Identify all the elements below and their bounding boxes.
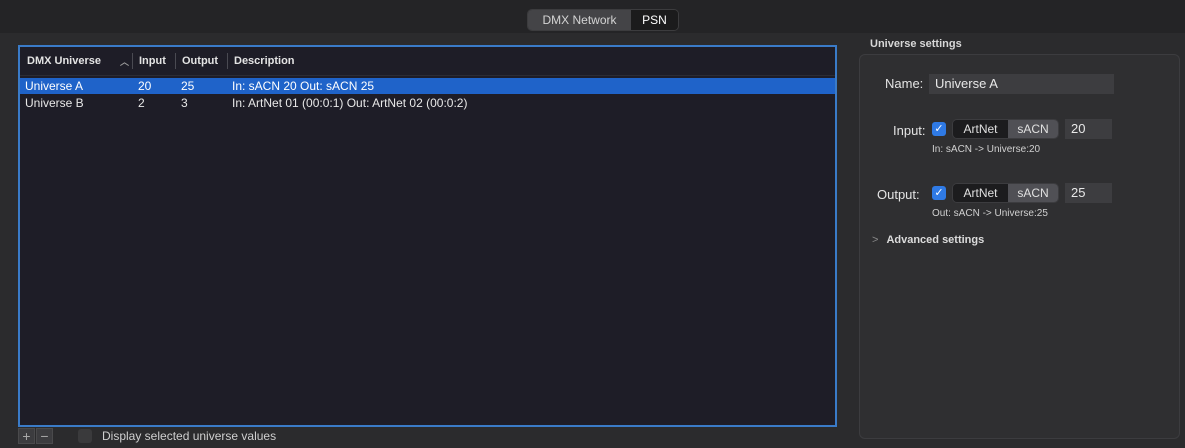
table-toolbar: + − Display selected universe values [18, 426, 276, 446]
output-protocol-selector: ArtNet sACN [952, 183, 1059, 203]
column-divider [175, 53, 176, 69]
cell-input: 2 [138, 96, 145, 110]
tab-dmx-network[interactable]: DMX Network [528, 10, 631, 30]
column-divider [227, 53, 228, 69]
input-info-text: In: sACN -> Universe:20 [932, 144, 1041, 155]
table-header: DMX Universe ︿ Input Output Description [20, 47, 835, 76]
cell-output: 3 [181, 96, 188, 110]
advanced-settings-label: Advanced settings [886, 234, 985, 246]
output-info-text: Out: sACN -> Universe:25 [932, 208, 1048, 219]
universe-table[interactable]: DMX Universe ︿ Input Output Description … [18, 45, 837, 427]
column-header-output[interactable]: Output [182, 55, 218, 67]
advanced-settings-disclosure[interactable]: > Advanced settings [872, 234, 984, 246]
input-enabled-checkbox[interactable]: ✓ [932, 122, 946, 136]
output-universe-field[interactable]: 25 [1065, 183, 1112, 203]
output-enabled-checkbox[interactable]: ✓ [932, 186, 946, 200]
column-header-dmx-universe[interactable]: DMX Universe [27, 55, 101, 67]
column-header-input[interactable]: Input [139, 55, 166, 67]
sort-ascending-icon[interactable]: ︿ [120, 55, 129, 68]
top-bar: DMX Network PSN [0, 0, 1185, 33]
table-row[interactable]: Universe B 2 3 In: ArtNet 01 (00:0:1) Ou… [20, 95, 835, 111]
output-label: Output: [877, 187, 920, 202]
universe-settings-panel [859, 54, 1180, 439]
name-field[interactable]: Universe A [929, 74, 1114, 94]
cell-description: In: sACN 20 Out: sACN 25 [232, 79, 375, 93]
remove-universe-button[interactable]: − [36, 428, 53, 444]
table-row[interactable]: Universe A 20 25 In: sACN 20 Out: sACN 2… [20, 78, 835, 94]
tab-psn[interactable]: PSN [631, 10, 678, 30]
column-header-description[interactable]: Description [234, 55, 295, 67]
add-universe-button[interactable]: + [18, 428, 35, 444]
input-protocol-selector: ArtNet sACN [952, 119, 1059, 139]
column-divider [132, 53, 133, 69]
output-option-sacn[interactable]: sACN [1008, 184, 1058, 202]
display-values-checkbox[interactable] [78, 429, 92, 443]
view-tabs: DMX Network PSN [527, 9, 679, 31]
cell-universe-name: Universe B [25, 96, 84, 110]
cell-output: 25 [181, 79, 195, 93]
name-label: Name: [885, 76, 924, 91]
cell-input: 20 [138, 79, 152, 93]
input-label: Input: [893, 123, 926, 138]
display-values-label: Display selected universe values [102, 429, 277, 443]
input-option-sacn[interactable]: sACN [1008, 120, 1058, 138]
cell-description: In: ArtNet 01 (00:0:1) Out: ArtNet 02 (0… [232, 96, 468, 110]
input-universe-field[interactable]: 20 [1065, 119, 1112, 139]
output-option-artnet[interactable]: ArtNet [953, 184, 1008, 202]
settings-title: Universe settings [870, 38, 962, 50]
cell-universe-name: Universe A [25, 79, 84, 93]
chevron-right-icon: > [872, 234, 879, 246]
input-option-artnet[interactable]: ArtNet [953, 120, 1008, 138]
